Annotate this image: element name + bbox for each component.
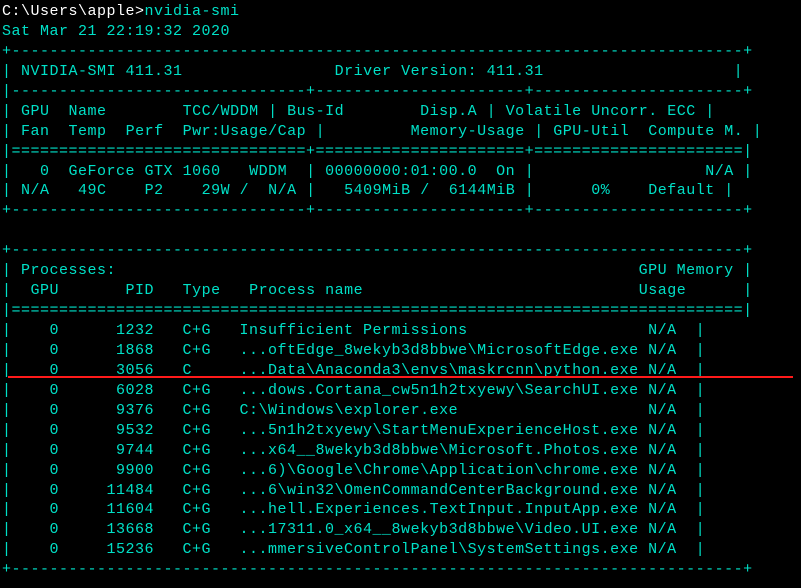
highlight-underline (8, 376, 793, 378)
process-row: | 0 1232 C+G Insufficient Permissions N/… (2, 321, 799, 341)
header-row-1: | GPU Name TCC/WDDM | Bus-Id Disp.A | Vo… (2, 102, 799, 122)
divider: +---------------------------------------… (2, 42, 799, 62)
proc-header-2: | GPU PID Type Process name Usage | (2, 281, 799, 301)
process-row: | 0 9376 C+G C:\Windows\explorer.exe N/A… (2, 401, 799, 421)
prompt-line: C:\Users\apple>nvidia-smi (2, 2, 799, 22)
proc-header-1: | Processes: GPU Memory | (2, 261, 799, 281)
process-row: | 0 1868 C+G ...oftEdge_8wekyb3d8bbwe\Mi… (2, 341, 799, 361)
divider: |-------------------------------+-------… (2, 82, 799, 102)
divider: |===============================+=======… (2, 142, 799, 162)
process-row: | 0 11604 C+G ...hell.Experiences.TextIn… (2, 500, 799, 520)
process-row: | 0 9900 C+G ...6)\Google\Chrome\Applica… (2, 461, 799, 481)
timestamp: Sat Mar 21 22:19:32 2020 (2, 22, 799, 42)
version-row: | NVIDIA-SMI 411.31 Driver Version: 411.… (2, 62, 799, 82)
command: nvidia-smi (145, 3, 240, 20)
process-row: | 0 9744 C+G ...x64__8wekyb3d8bbwe\Micro… (2, 441, 799, 461)
process-row: | 0 6028 C+G ...dows.Cortana_cw5n1h2txye… (2, 381, 799, 401)
header-row-2: | Fan Temp Perf Pwr:Usage/Cap | Memory-U… (2, 122, 799, 142)
divider: +---------------------------------------… (2, 241, 799, 261)
divider: +-------------------------------+-------… (2, 201, 799, 221)
divider: +---------------------------------------… (2, 560, 799, 580)
divider: |=======================================… (2, 301, 799, 321)
prompt-path: C:\Users\apple> (2, 3, 145, 20)
process-row: | 0 11484 C+G ...6\win32\OmenCommandCent… (2, 481, 799, 501)
process-row: | 0 15236 C+G ...mmersiveControlPanel\Sy… (2, 540, 799, 560)
gpu-row-2: | N/A 49C P2 29W / N/A | 5409MiB / 6144M… (2, 181, 799, 201)
gpu-row-1: | 0 GeForce GTX 1060 WDDM | 00000000:01:… (2, 162, 799, 182)
process-row: | 0 9532 C+G ...5n1h2txyewy\StartMenuExp… (2, 421, 799, 441)
process-row: | 0 13668 C+G ...17311.0_x64__8wekyb3d8b… (2, 520, 799, 540)
